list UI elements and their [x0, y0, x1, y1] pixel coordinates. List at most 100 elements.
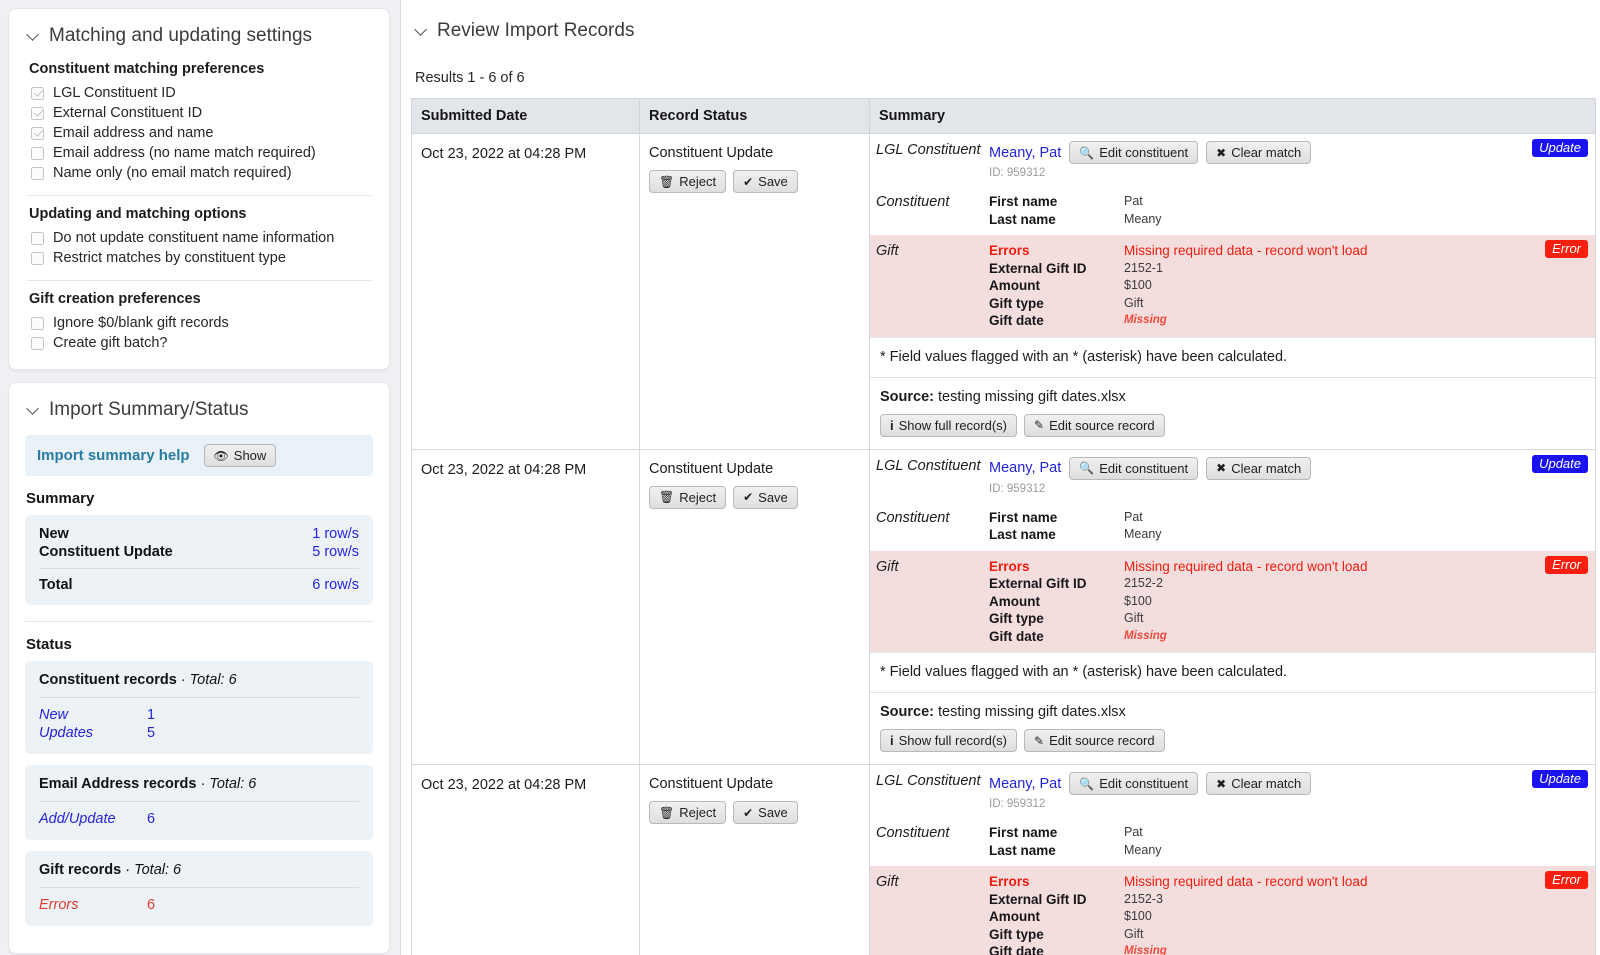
- checkbox-icon[interactable]: [31, 146, 44, 160]
- checkbox-icon[interactable]: [31, 231, 44, 245]
- status-block-title-bold: Email Address records: [39, 776, 197, 792]
- reject-button[interactable]: 🗑 Reject: [649, 801, 727, 824]
- option-restrict-by-type[interactable]: Restrict matches by constituent type: [25, 248, 373, 268]
- summary-row-body: Meany, Pat 🔍 Edit constituent ✖ Clear ma…: [989, 141, 1586, 179]
- clear-match-button[interactable]: ✖ Clear match: [1206, 772, 1312, 795]
- show-button[interactable]: 👁 Show: [203, 444, 277, 467]
- review-panel-header[interactable]: Review Import Records: [415, 20, 1600, 42]
- summary-box: New 1 row/s Constituent Update 5 row/s T…: [25, 515, 373, 605]
- clear-match-button[interactable]: ✖ Clear match: [1206, 141, 1312, 164]
- checkbox-icon[interactable]: [31, 316, 44, 330]
- info-icon: i: [890, 417, 894, 433]
- option-email-address-no-name[interactable]: Email address (no name match required): [25, 143, 373, 163]
- divider: [39, 887, 359, 888]
- status-row-label[interactable]: New: [39, 707, 147, 723]
- save-button[interactable]: ✔ Save: [733, 485, 798, 509]
- cell-summary: LGL Constituent Meany, Pat 🔍 Edit consti…: [869, 133, 1596, 450]
- status-row-label[interactable]: Updates: [39, 725, 147, 741]
- summary-gift-row: Gift Errors Missing required data - reco…: [870, 866, 1595, 955]
- divider: [39, 568, 359, 569]
- checkbox-icon[interactable]: [31, 251, 44, 265]
- import-summary-header[interactable]: Import Summary/Status: [27, 399, 373, 421]
- summary-row-body: Errors Missing required data - record wo…: [989, 558, 1586, 646]
- lgl-constituent-link[interactable]: Meany, Pat: [989, 776, 1061, 792]
- checkbox-icon[interactable]: [31, 86, 44, 100]
- chevron-down-icon[interactable]: [27, 28, 40, 41]
- edit-source-record-label: Edit source record: [1049, 733, 1155, 748]
- option-label: LGL Constituent ID: [53, 85, 176, 101]
- edit-source-record-button[interactable]: ✎ Edit source record: [1024, 729, 1165, 752]
- lgl-constituent-id: ID: 959312: [989, 482, 1046, 495]
- cell-record-status: Constituent Update 🗑 Reject ✔ Save: [639, 764, 870, 955]
- field-last-name: Last name Meany: [989, 211, 1586, 229]
- lgl-constituent-link[interactable]: Meany, Pat: [989, 145, 1061, 161]
- field-key: Last name: [989, 842, 1056, 858]
- field-value: Gift: [1124, 926, 1144, 941]
- edit-constituent-button[interactable]: 🔍 Edit constituent: [1069, 141, 1199, 164]
- field-value: Meany: [1124, 842, 1162, 857]
- field-external-gift-id: External Gift ID 2152-1: [989, 260, 1586, 278]
- status-block-title: Email Address records · Total: 6: [39, 776, 359, 792]
- checkbox-icon[interactable]: [31, 166, 44, 180]
- status-block-title-bold: Gift records: [39, 862, 122, 878]
- checkbox-icon[interactable]: [31, 336, 44, 350]
- save-button[interactable]: ✔ Save: [733, 801, 798, 824]
- field-key: First name: [989, 194, 1058, 209]
- source-section: Source: testing missing gift dates.xlsx …: [870, 692, 1595, 764]
- clear-match-label: Clear match: [1231, 145, 1302, 160]
- table-row: Oct 23, 2022 at 04:28 PM Constituent Upd…: [411, 764, 1596, 955]
- reject-button[interactable]: 🗑 Reject: [649, 485, 727, 509]
- clear-match-button[interactable]: ✖ Clear match: [1206, 456, 1312, 480]
- close-icon: ✖: [1216, 461, 1227, 475]
- field-key: Last name: [989, 527, 1056, 542]
- save-button-label: Save: [758, 489, 788, 505]
- summary-lgl-constituent-row: LGL Constituent Meany, Pat 🔍 Edit consti…: [870, 765, 1595, 817]
- option-label: Email address and name: [53, 125, 214, 141]
- option-label: Create gift batch?: [53, 335, 168, 351]
- field-external-gift-id: External Gift ID 2152-3: [989, 891, 1586, 909]
- option-create-gift-batch[interactable]: Create gift batch?: [25, 333, 373, 353]
- show-full-records-button[interactable]: i Show full record(s): [880, 729, 1017, 752]
- status-block-title-sep: ·: [176, 672, 190, 688]
- column-header-summary[interactable]: Summary: [869, 98, 1596, 134]
- edit-constituent-button[interactable]: 🔍 Edit constituent: [1069, 772, 1199, 795]
- column-header-record-status[interactable]: Record Status: [639, 98, 870, 134]
- field-key: Amount: [989, 909, 1040, 924]
- reject-button[interactable]: 🗑 Reject: [649, 170, 727, 193]
- lgl-constituent-line: Meany, Pat 🔍 Edit constituent ✖ Clear ma…: [989, 141, 1586, 164]
- status-block-email-address-records: Email Address records · Total: 6 Add/Upd…: [25, 765, 373, 840]
- option-email-address-and-name[interactable]: Email address and name: [25, 123, 373, 143]
- source-actions: i Show full record(s) ✎ Edit source reco…: [880, 729, 1586, 752]
- checkbox-icon[interactable]: [31, 126, 44, 140]
- field-value: Gift: [1124, 295, 1144, 310]
- field-key: First name: [989, 825, 1058, 840]
- status-row-label[interactable]: Errors: [39, 897, 147, 913]
- show-full-records-label: Show full record(s): [898, 417, 1007, 433]
- option-do-not-update-name[interactable]: Do not update constituent name informati…: [25, 228, 373, 248]
- column-header-submitted-date[interactable]: Submitted Date: [411, 98, 640, 134]
- import-summary-help-link[interactable]: Import summary help: [37, 447, 190, 464]
- chevron-down-icon[interactable]: [27, 402, 40, 415]
- edit-source-record-button[interactable]: ✎ Edit source record: [1024, 413, 1165, 437]
- review-panel-title: Review Import Records: [437, 20, 635, 41]
- status-block-title-total: Total: 6: [189, 672, 237, 688]
- save-button[interactable]: ✔ Save: [733, 170, 798, 193]
- edit-constituent-button[interactable]: 🔍 Edit constituent: [1069, 456, 1199, 480]
- checkbox-icon[interactable]: [31, 106, 44, 120]
- matching-settings-header[interactable]: Matching and updating settings: [27, 25, 373, 47]
- lgl-constituent-link[interactable]: Meany, Pat: [989, 460, 1061, 476]
- status-block-title: Gift records · Total: 6: [39, 862, 359, 878]
- source-section: Source: testing missing gift dates.xlsx …: [870, 376, 1595, 449]
- group-heading: Gift creation preferences: [29, 291, 201, 307]
- option-external-constituent-id[interactable]: External Constituent ID: [25, 103, 373, 123]
- group-gift-creation: Gift creation preferences Ignore $0/blan…: [25, 291, 373, 353]
- cell-record-status: Constituent Update 🗑 Reject ✔ Save: [639, 133, 870, 450]
- chevron-down-icon[interactable]: [415, 23, 428, 36]
- option-name-only[interactable]: Name only (no email match required): [25, 163, 373, 183]
- show-full-records-button[interactable]: i Show full record(s): [880, 413, 1017, 437]
- status-row-value: 6: [147, 811, 156, 827]
- option-lgl-constituent-id[interactable]: LGL Constituent ID: [25, 83, 373, 103]
- option-ignore-blank-gifts[interactable]: Ignore $0/blank gift records: [25, 313, 373, 333]
- status-row-label[interactable]: Add/Update: [39, 811, 147, 827]
- summary-row-label: LGL Constituent: [876, 773, 981, 789]
